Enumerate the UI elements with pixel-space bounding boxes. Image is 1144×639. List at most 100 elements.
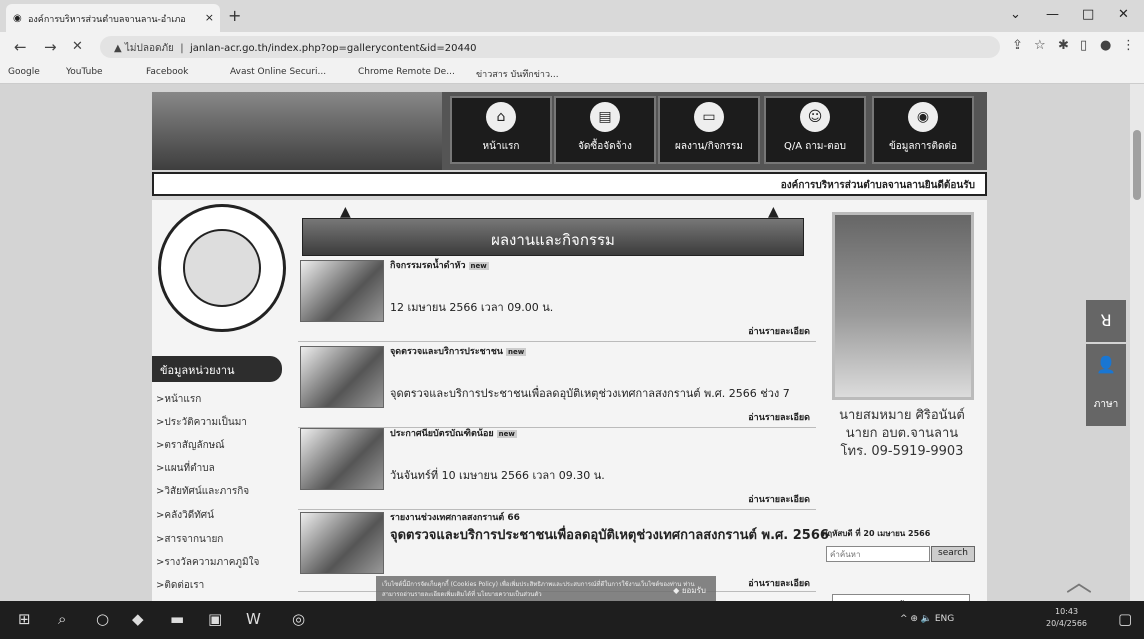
clock-time: 10:43 — [1054, 607, 1079, 616]
search-icon[interactable]: ⌕ — [58, 610, 66, 628]
extensions-icon[interactable]: ✱ — [1058, 38, 1069, 53]
people-icon: ☺ — [800, 102, 830, 132]
bookmark-avast[interactable]: Avast Online Securi... — [230, 67, 326, 77]
security-indicator[interactable]: ▲ ไม่ปลอดภัย — [114, 43, 174, 54]
new-tab-button[interactable]: + — [228, 6, 241, 25]
monitor-icon: ▭ — [694, 102, 724, 132]
item-title[interactable]: จุดตรวจและบริการประชาชน new — [390, 344, 527, 358]
search-input[interactable] — [826, 546, 930, 562]
sidebar-link-videos[interactable]: >คลังวิดีทัศน์ — [156, 508, 214, 523]
cookie-text: เว็บไซต์นี้มีการจัดเก็บคุกกี้ (Cookies P… — [382, 581, 695, 598]
item-title[interactable]: รายงานช่วงเทศกาลสงกรานต์ 66 — [390, 510, 520, 524]
notification-icon[interactable]: ▢ — [1118, 610, 1132, 628]
scroll-to-top-icon[interactable]: ︿ — [1066, 562, 1092, 599]
nav-home[interactable]: ⌂ หน้าแรก — [450, 96, 552, 164]
sidebar-link-vision[interactable]: >วิสัยทัศน์และภารกิจ — [156, 484, 249, 499]
nav-contact[interactable]: ◉ ข้อมูลการติดต่อ — [872, 96, 974, 164]
cookie-banner: เว็บไซต์นี้มีการจัดเก็บคุกกี้ (Cookies P… — [376, 576, 716, 604]
cookie-accept-button[interactable]: ◆ ยอมรับ — [673, 584, 706, 597]
clock[interactable]: 10:43 20/4/2566 — [1046, 606, 1087, 630]
maximize-button[interactable]: □ — [1082, 7, 1094, 22]
side-panel-icon[interactable]: ▯ — [1080, 38, 1087, 53]
nav-procurement[interactable]: ▤ จัดซื้อจัดจ้าง — [554, 96, 656, 164]
logo-emblem — [183, 229, 261, 307]
scrollbar-thumb[interactable] — [1133, 130, 1141, 200]
tab-close-icon[interactable]: × — [205, 11, 214, 24]
tab-title: องค์การบริหารส่วนตำบลจานลาน-อำเภอ — [28, 15, 186, 25]
list-item: ประกาศนียบัตรบัณฑิตน้อย new วันจันทร์ที่ … — [298, 424, 816, 510]
current-date: พฤหัสบดี ที่ 20 เมษายน 2566 — [822, 529, 931, 538]
bookmark-remote-desktop[interactable]: Chrome Remote De... — [358, 67, 455, 77]
list-item: จุดตรวจและบริการประชาชน new จุดตรวจและบริ… — [298, 342, 816, 428]
item-thumbnail[interactable] — [300, 346, 384, 408]
item-thumbnail[interactable] — [300, 512, 384, 574]
word-icon[interactable]: W — [246, 610, 261, 628]
read-more-link[interactable]: อ่านรายละเอียด — [748, 492, 810, 506]
sidebar-link-map[interactable]: >แผนที่ตำบล — [156, 461, 215, 476]
search-button[interactable]: search — [931, 546, 975, 562]
bookmark-news[interactable]: ข่าวสาร บันทึกข่าว... — [476, 67, 559, 81]
section-title: ผลงานและกิจกรรม — [302, 218, 804, 256]
back-button[interactable]: ← — [14, 38, 27, 56]
nav-activities[interactable]: ▭ ผลงาน/กิจกรรม — [658, 96, 760, 164]
bookmark-google[interactable]: Google — [8, 67, 40, 77]
app-icon[interactable]: ◆ — [132, 610, 144, 628]
organization-logo — [158, 204, 286, 332]
nav-label: หน้าแรก — [482, 141, 520, 152]
chrome-icon[interactable]: ◎ — [292, 610, 305, 628]
close-window-button[interactable]: ✕ — [1118, 7, 1129, 22]
item-thumbnail[interactable] — [300, 428, 384, 490]
nav-label: ผลงาน/กิจกรรม — [675, 141, 743, 152]
user-icon[interactable]: ꓤ — [1086, 300, 1126, 342]
forward-button[interactable]: → — [44, 38, 57, 56]
sidebar-heading: ข้อมูลหน่วยงาน — [152, 356, 282, 382]
start-icon[interactable]: ⊞ — [18, 610, 31, 628]
sidebar-link-contact[interactable]: >ติดต่อเรา — [156, 578, 204, 593]
system-tray[interactable]: ^ ⊕ 🔈 ENG — [900, 614, 954, 624]
favicon-icon: ◉ — [13, 13, 22, 24]
bookmarks-bar: Google YouTube Facebook Avast Online Sec… — [0, 62, 1144, 84]
accessibility-icon[interactable]: 👤 — [1086, 344, 1126, 386]
nav-label: Q/A ถาม-ตอบ — [784, 141, 846, 152]
bookmark-youtube[interactable]: YouTube — [66, 67, 103, 77]
language-button[interactable]: ภาษา — [1086, 384, 1126, 426]
file-explorer-icon[interactable]: ▬ — [170, 610, 184, 628]
url-input[interactable]: ▲ ไม่ปลอดภัย | janlan-acr.go.th/index.ph… — [100, 36, 1000, 58]
nav-qa[interactable]: ☺ Q/A ถาม-ตอบ — [764, 96, 866, 164]
header-building-image — [152, 92, 442, 170]
sidebar-link-emblem[interactable]: >ตราสัญลักษณ์ — [156, 438, 225, 453]
read-more-link[interactable]: อ่านรายละเอียด — [748, 576, 810, 590]
profile-icon[interactable]: ● — [1100, 38, 1111, 53]
bookmark-star-icon[interactable]: ☆ — [1034, 38, 1046, 53]
new-badge: new — [468, 262, 489, 270]
url-text: janlan-acr.go.th/index.php?op=gallerycon… — [190, 43, 477, 54]
task-view-icon[interactable]: ○ — [96, 610, 109, 628]
home-icon: ⌂ — [486, 102, 516, 132]
tab-search-icon[interactable]: ⌄ — [1010, 7, 1021, 22]
item-thumbnail[interactable] — [300, 260, 384, 322]
location-pin-icon: ◉ — [908, 102, 938, 132]
minimize-button[interactable]: — — [1046, 7, 1059, 22]
sidebar-link-awards[interactable]: >รางวัลความภาคภูมิใจ — [156, 555, 259, 570]
stop-reload-button[interactable]: ✕ — [72, 39, 83, 54]
sidebar-link-home[interactable]: >หน้าแรก — [156, 392, 201, 407]
menu-icon[interactable]: ⋮ — [1122, 38, 1135, 53]
share-icon[interactable]: ⇪ — [1012, 38, 1023, 53]
item-title[interactable]: กิจกรรมรดน้ำดำหัว new — [390, 258, 489, 272]
mayor-photo — [832, 212, 974, 400]
read-more-link[interactable]: อ่านรายละเอียด — [748, 324, 810, 338]
list-item: กิจกรรมรดน้ำดำหัว new 12 เมษายน 2566 เวลา… — [298, 256, 816, 342]
bookmark-facebook[interactable]: Facebook — [146, 67, 188, 77]
item-description: จุดตรวจและบริการประชาชนเพื่อลดอุบัติเหตุ… — [390, 528, 829, 543]
sidebar-link-history[interactable]: >ประวัติความเป็นมา — [156, 415, 247, 430]
nav-label: จัดซื้อจัดจ้าง — [578, 141, 632, 152]
item-description: วันจันทร์ที่ 10 เมษายน 2566 เวลา 09.30 น… — [390, 469, 605, 482]
welcome-marquee: องค์การบริหารส่วนตำบลจานลานยินดีต้อนรับ — [152, 172, 987, 196]
read-more-link[interactable]: อ่านรายละเอียด — [748, 410, 810, 424]
app-icon[interactable]: ▣ — [208, 610, 222, 628]
browser-tab[interactable]: ◉ องค์การบริหารส่วนตำบลจานลาน-อำเภอ × — [6, 4, 220, 32]
item-title[interactable]: ประกาศนียบัตรบัณฑิตน้อย new — [390, 426, 517, 440]
mayor-phone: โทร. 09-5919-9903 — [840, 444, 964, 459]
nav-label: ข้อมูลการติดต่อ — [888, 141, 958, 152]
sidebar-link-mayor-message[interactable]: >สารจากนายก — [156, 532, 223, 547]
